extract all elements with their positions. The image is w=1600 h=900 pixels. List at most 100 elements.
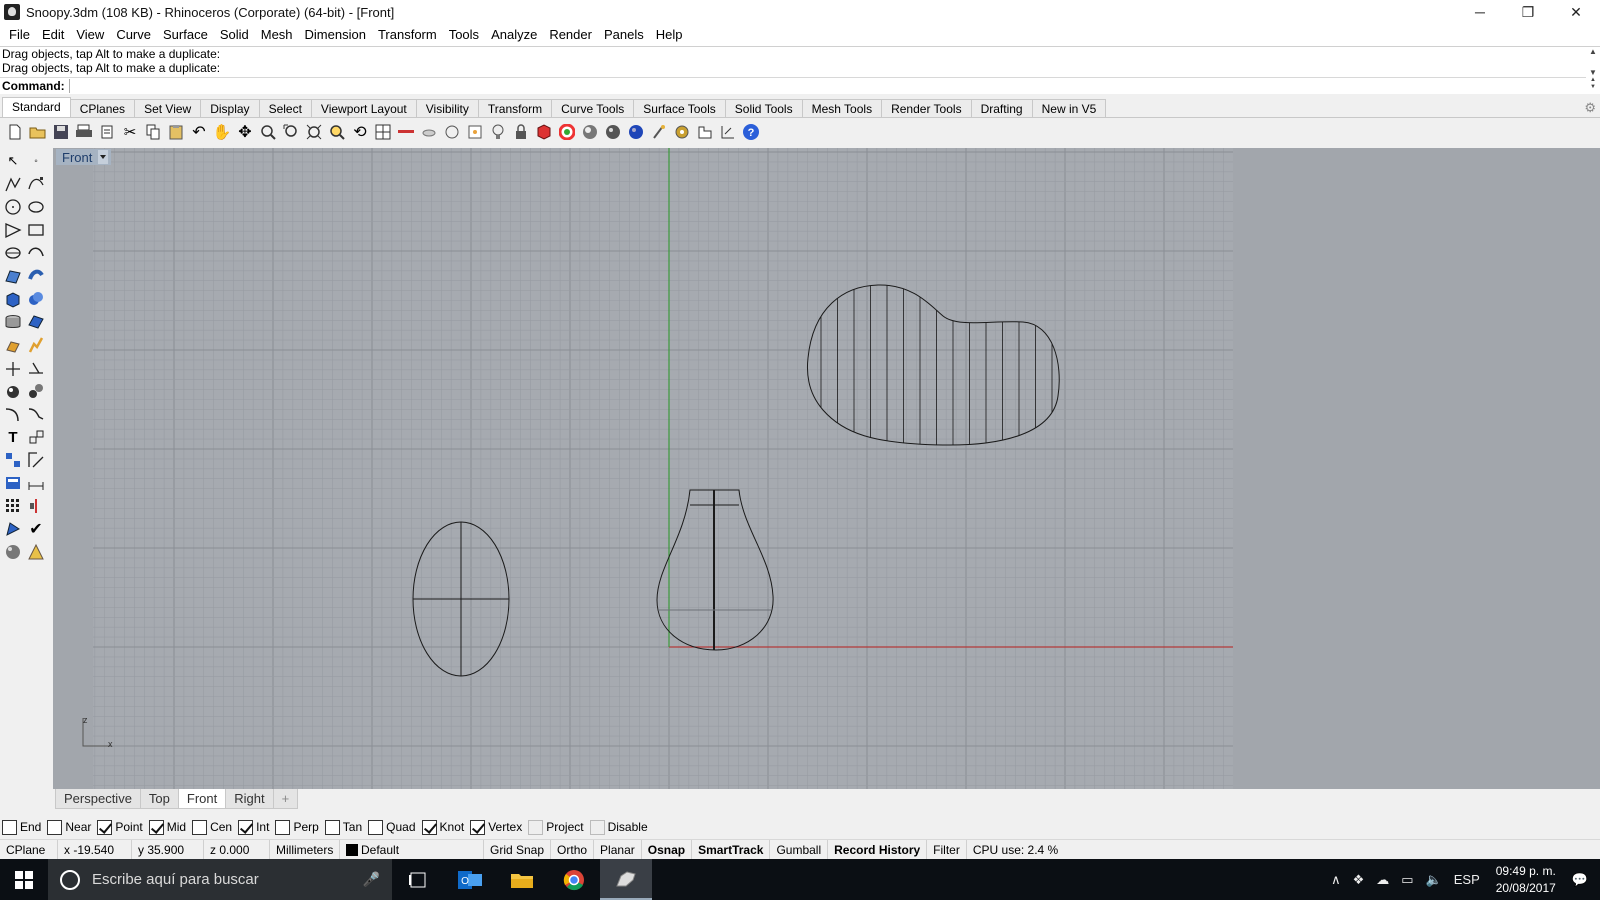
tab-surface-tools[interactable]: Surface Tools xyxy=(633,99,726,117)
menu-render[interactable]: Render xyxy=(543,24,598,46)
osnap-checkbox[interactable] xyxy=(238,819,254,835)
text-icon[interactable]: T xyxy=(2,426,24,448)
layer-icon[interactable] xyxy=(556,121,578,143)
osnap-project[interactable]: Project xyxy=(528,819,584,835)
menu-mesh[interactable]: Mesh xyxy=(255,24,299,46)
analyze-icon[interactable] xyxy=(2,518,24,540)
grid-array-icon[interactable] xyxy=(2,495,24,517)
osnap-toggle[interactable]: Osnap xyxy=(642,839,693,860)
osnap-checkbox[interactable] xyxy=(47,819,63,835)
layer-indicator[interactable]: Default xyxy=(340,839,484,860)
explode-icon[interactable] xyxy=(25,426,47,448)
color-wheel-icon[interactable] xyxy=(579,121,601,143)
padlock-icon[interactable] xyxy=(533,121,555,143)
boolean-icon[interactable] xyxy=(25,288,47,310)
sphere-render-icon[interactable] xyxy=(625,121,647,143)
polyline-icon[interactable] xyxy=(2,173,24,195)
gear-settings-icon[interactable] xyxy=(694,121,716,143)
menu-file[interactable]: File xyxy=(3,24,36,46)
osnap-checkbox[interactable] xyxy=(97,819,113,835)
osnap-vertex[interactable]: Vertex xyxy=(470,819,522,835)
action-center-icon[interactable]: 💬 xyxy=(1572,872,1588,888)
print-icon[interactable] xyxy=(73,121,95,143)
arc-icon[interactable] xyxy=(25,196,47,218)
units-indicator[interactable]: Millimeters xyxy=(270,839,340,860)
cut-icon[interactable]: ✂ xyxy=(119,121,141,143)
undo-icon[interactable]: ↶ xyxy=(188,121,210,143)
close-button[interactable]: ✕ xyxy=(1552,0,1600,24)
import-icon[interactable] xyxy=(96,121,118,143)
check-icon[interactable]: ✔ xyxy=(25,518,47,540)
sphere-shaded-icon[interactable] xyxy=(602,121,624,143)
menu-panels[interactable]: Panels xyxy=(598,24,650,46)
language-indicator[interactable]: ESP xyxy=(1454,872,1480,887)
cplane-indicator[interactable]: CPlane xyxy=(0,839,58,860)
tab-solid-tools[interactable]: Solid Tools xyxy=(724,99,803,117)
menu-analyze[interactable]: Analyze xyxy=(485,24,543,46)
command-input[interactable] xyxy=(68,78,1549,93)
osnap-checkbox[interactable] xyxy=(275,819,291,835)
scale-icon[interactable] xyxy=(25,449,47,471)
surface-points-icon[interactable] xyxy=(2,265,24,287)
grid-snap-toggle[interactable]: Grid Snap xyxy=(484,839,552,860)
add-viewport-tab[interactable]: + xyxy=(272,789,299,809)
osnap-end[interactable]: End xyxy=(2,819,41,835)
pan-hand-icon[interactable]: ✋ xyxy=(211,121,233,143)
viewport-layout-icon[interactable] xyxy=(372,121,394,143)
rectangle-icon[interactable] xyxy=(25,219,47,241)
group-icon[interactable] xyxy=(2,380,24,402)
points-icon[interactable] xyxy=(487,121,509,143)
ellipse-curve[interactable] xyxy=(412,521,510,677)
array-icon[interactable] xyxy=(2,449,24,471)
osnap-int[interactable]: Int xyxy=(238,819,269,835)
osnap-checkbox[interactable] xyxy=(324,819,340,835)
show-hidden-icons[interactable]: ∧ xyxy=(1331,872,1341,888)
tab-mesh-tools[interactable]: Mesh Tools xyxy=(801,99,883,117)
ortho-toggle[interactable]: Ortho xyxy=(551,839,595,860)
tab-front[interactable]: Front xyxy=(177,789,227,809)
tab-drafting[interactable]: Drafting xyxy=(970,99,1033,117)
tab-viewport-layout[interactable]: Viewport Layout xyxy=(310,99,417,117)
dimension-icon[interactable] xyxy=(717,121,739,143)
taskbar-search[interactable]: Escribe aquí para buscar 🎤 xyxy=(48,859,392,900)
help-icon[interactable]: ? xyxy=(740,121,762,143)
dimension-tool-icon[interactable] xyxy=(25,472,47,494)
open-file-icon[interactable] xyxy=(27,121,49,143)
light-icon[interactable] xyxy=(25,541,47,563)
osnap-quad[interactable]: Quad xyxy=(368,819,416,835)
tab-render-tools[interactable]: Render Tools xyxy=(881,99,972,117)
copy-icon[interactable] xyxy=(142,121,164,143)
menu-tools[interactable]: Tools xyxy=(443,24,485,46)
tab-cplanes[interactable]: CPlanes xyxy=(69,99,136,117)
scroll-down-icon[interactable]: ▼ xyxy=(1589,68,1597,77)
lightbulb-icon[interactable] xyxy=(510,121,532,143)
surface-curve-icon[interactable] xyxy=(25,265,47,287)
zoom-selected-icon[interactable] xyxy=(326,121,348,143)
menu-view[interactable]: View xyxy=(70,24,110,46)
freeform-curve-icon[interactable] xyxy=(25,242,47,264)
blend-icon[interactable] xyxy=(25,403,47,425)
tab-right[interactable]: Right xyxy=(225,789,274,809)
paste-icon[interactable] xyxy=(165,121,187,143)
rhino-taskbar-icon[interactable] xyxy=(600,859,652,900)
zoom-extents-icon[interactable] xyxy=(303,121,325,143)
point-icon[interactable]: ◦ xyxy=(25,150,47,172)
grid-icon[interactable] xyxy=(395,121,417,143)
box-icon[interactable] xyxy=(2,288,24,310)
ungroup-icon[interactable] xyxy=(25,380,47,402)
osnap-knot[interactable]: Knot xyxy=(421,819,464,835)
file-explorer-icon[interactable] xyxy=(496,859,548,900)
tab-new-in-v5[interactable]: New in V5 xyxy=(1031,99,1107,117)
task-view-icon[interactable] xyxy=(392,859,444,900)
osnap-checkbox[interactable] xyxy=(589,819,605,835)
osnap-near[interactable]: Near xyxy=(47,819,91,835)
outlook-icon[interactable]: O xyxy=(444,859,496,900)
pen-icon[interactable] xyxy=(671,121,693,143)
rotate-view-icon[interactable]: ⟲ xyxy=(349,121,371,143)
tab-display[interactable]: Display xyxy=(200,99,260,117)
move-view-icon[interactable]: ✥ xyxy=(234,121,256,143)
lightning-icon[interactable] xyxy=(25,334,47,356)
battery-icon[interactable]: ▭ xyxy=(1401,872,1413,888)
gear-icon[interactable]: ⚙ xyxy=(1584,100,1596,116)
osnap-checkbox[interactable] xyxy=(148,819,164,835)
